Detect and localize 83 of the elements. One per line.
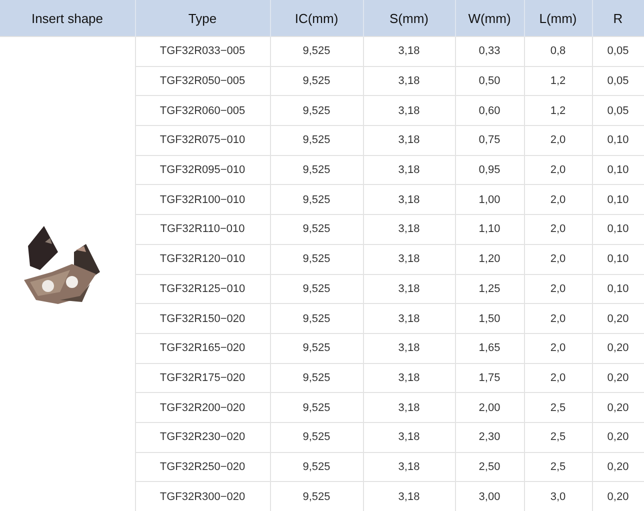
table-cell: 2,0 xyxy=(524,184,592,215)
table-cell: 2,0 xyxy=(524,214,592,244)
table-cell: 3,18 xyxy=(363,66,455,96)
table-cell: TGF32R100−010 xyxy=(135,184,270,215)
table-cell: 3,18 xyxy=(363,452,455,482)
table-cell: 2,0 xyxy=(524,155,592,185)
table-cell: 9,525 xyxy=(270,96,363,126)
table-cell: 1,00 xyxy=(455,184,524,215)
table-cell: 3,18 xyxy=(363,184,455,215)
table-cell: 2,0 xyxy=(524,126,592,156)
table-cell: 2,5 xyxy=(524,422,592,452)
table-cell: 9,525 xyxy=(270,66,363,96)
table-cell: 2,30 xyxy=(455,422,524,452)
table-cell: 9,525 xyxy=(270,214,363,244)
table-cell: TGF32R150−020 xyxy=(135,304,270,334)
table-cell: 3,18 xyxy=(363,155,455,185)
column-header: W(mm) xyxy=(455,0,524,36)
table-cell: TGF32R250−020 xyxy=(135,452,270,482)
table-cell: 3,18 xyxy=(363,333,455,364)
table-cell: TGF32R200−020 xyxy=(135,392,270,422)
table-cell: 3,18 xyxy=(363,304,455,334)
table-cell: 2,0 xyxy=(524,274,592,304)
table-cell: 3,18 xyxy=(363,392,455,422)
table-cell: TGF32R165−020 xyxy=(135,333,270,364)
table-cell: TGF32R175−020 xyxy=(135,363,270,393)
table-cell: 1,2 xyxy=(524,96,592,126)
column-header: L(mm) xyxy=(524,0,592,36)
table-cell: 2,50 xyxy=(455,452,524,482)
table-cell: 1,25 xyxy=(455,274,524,304)
table-cell: 9,525 xyxy=(270,363,363,393)
column-header: S(mm) xyxy=(363,0,455,36)
table-cell: TGF32R095−010 xyxy=(135,155,270,185)
table-cell: 9,525 xyxy=(270,333,363,364)
table-cell: TGF32R075−010 xyxy=(135,126,270,156)
table-cell: 9,525 xyxy=(270,422,363,452)
table-cell: TGF32R120−010 xyxy=(135,244,270,274)
table-cell: 3,18 xyxy=(363,96,455,126)
table-cell: 2,0 xyxy=(524,363,592,393)
table-cell: 0,8 xyxy=(524,36,592,66)
table-cell: 2,0 xyxy=(524,304,592,334)
table-cell: TGF32R050−005 xyxy=(135,66,270,96)
table-cell: 3,18 xyxy=(363,126,455,156)
table-cell: 9,525 xyxy=(270,36,363,66)
table-cell: 9,525 xyxy=(270,155,363,185)
table-cell: 3,18 xyxy=(363,214,455,244)
table-cell: 0,33 xyxy=(455,36,524,66)
table-cell: TGF32R125−010 xyxy=(135,274,270,304)
table-cell: 1,65 xyxy=(455,333,524,364)
table-cell: 9,525 xyxy=(270,244,363,274)
table-cell: 0,05 xyxy=(592,36,644,66)
table-cell: 9,525 xyxy=(270,392,363,422)
table-cell: 1,2 xyxy=(524,66,592,96)
table-cell: TGF32R230−020 xyxy=(135,422,270,452)
table-cell: 0,95 xyxy=(455,155,524,185)
table-cell: 9,525 xyxy=(270,184,363,215)
table-cell: TGF32R110−010 xyxy=(135,214,270,244)
table-cell: 0,75 xyxy=(455,126,524,156)
table-cell: 3,18 xyxy=(363,274,455,304)
table-cell: 1,20 xyxy=(455,244,524,274)
table-cell: 9,525 xyxy=(270,452,363,482)
table-cell: 1,50 xyxy=(455,304,524,334)
table-cell: 3,18 xyxy=(363,244,455,274)
table-cell: 3,18 xyxy=(363,422,455,452)
table-cell: 2,00 xyxy=(455,392,524,422)
table-cell: 9,525 xyxy=(270,274,363,304)
table-cell: 1,10 xyxy=(455,214,524,244)
column-header: Type xyxy=(135,0,270,36)
table-cell: TGF32R060−005 xyxy=(135,96,270,126)
column-header: R xyxy=(592,0,644,36)
table-cell: 2,0 xyxy=(524,333,592,364)
table-cell: 2,5 xyxy=(524,452,592,482)
table-cell: 1,75 xyxy=(455,363,524,393)
table-cell: 3,18 xyxy=(363,363,455,393)
table-cell: 0,50 xyxy=(455,66,524,96)
table-cell: 9,525 xyxy=(270,126,363,156)
column-header: Insert shape xyxy=(0,0,135,36)
table-cell: 2,5 xyxy=(524,392,592,422)
table-cell: 9,525 xyxy=(270,304,363,334)
table-cell: 0,60 xyxy=(455,96,524,126)
table-cell: 3,18 xyxy=(363,36,455,66)
column-header: IC(mm) xyxy=(270,0,363,36)
table-cell: TGF32R033−005 xyxy=(135,36,270,66)
table-cell: 2,0 xyxy=(524,244,592,274)
